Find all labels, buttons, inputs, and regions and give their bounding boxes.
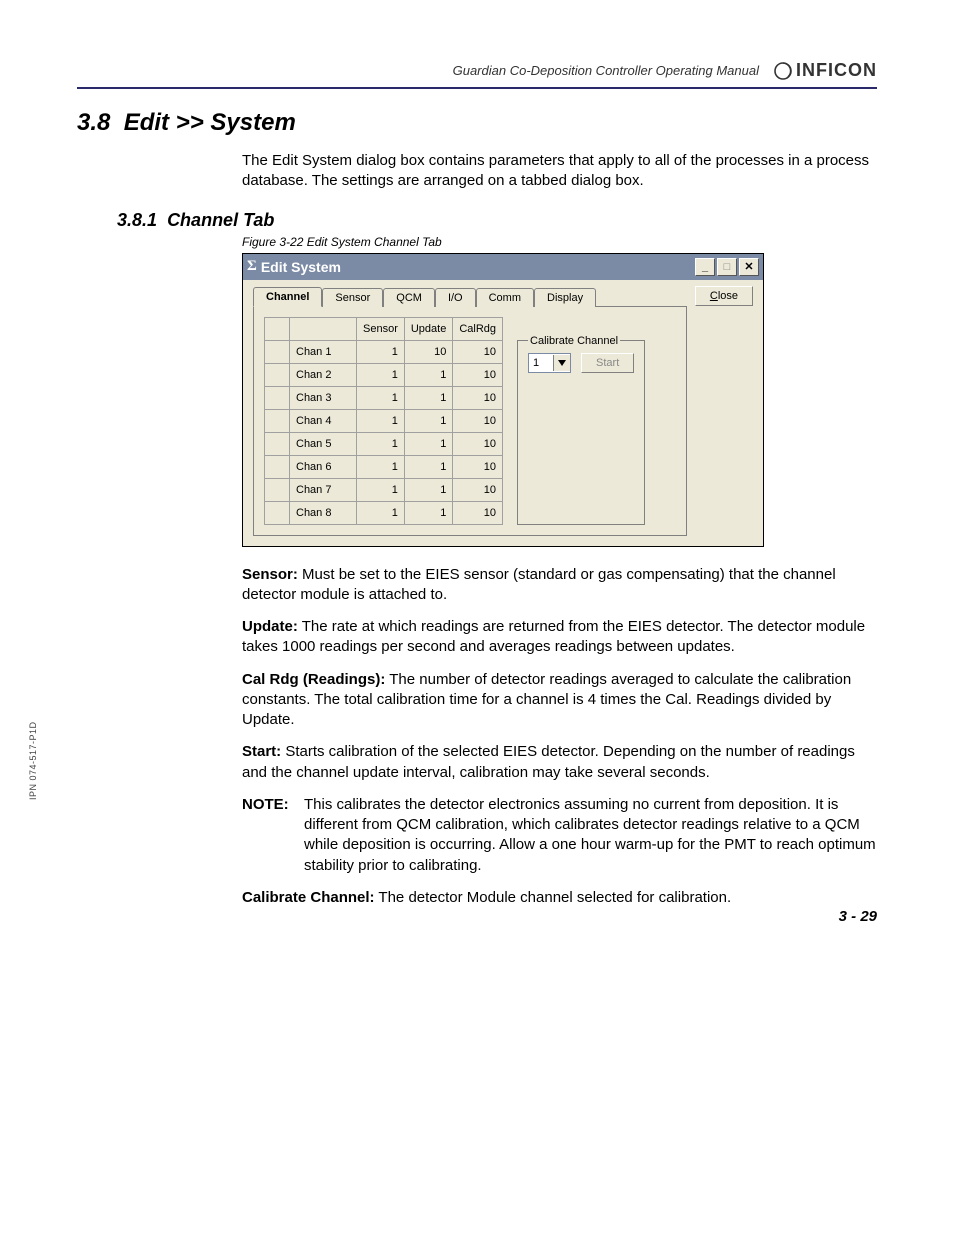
table-row: Chan 51110: [265, 432, 503, 455]
sigma-icon: Σ: [247, 258, 257, 275]
page-number: 3 - 29: [839, 908, 877, 925]
calibrate-channel-select[interactable]: 1: [528, 353, 571, 373]
row-handle[interactable]: [265, 455, 290, 478]
channel-label: Chan 5: [290, 432, 357, 455]
channel-label: Chan 2: [290, 363, 357, 386]
desc-calibrate-channel: Calibrate Channel: The detector Module c…: [242, 888, 877, 908]
cell-update[interactable]: 1: [404, 455, 452, 478]
tab-comm[interactable]: Comm: [476, 288, 534, 307]
cell-calrdg[interactable]: 10: [453, 409, 503, 432]
cell-sensor[interactable]: 1: [357, 386, 405, 409]
table-row: Chan 61110: [265, 455, 503, 478]
figure-caption: Figure 3-22 Edit System Channel Tab: [242, 235, 877, 249]
table-row: Chan 21110: [265, 363, 503, 386]
col-update: Update: [404, 317, 452, 340]
tab-sensor[interactable]: Sensor: [322, 288, 383, 307]
note-block: NOTE: This calibrates the detector elect…: [242, 795, 877, 876]
cell-update[interactable]: 1: [404, 432, 452, 455]
channel-label: Chan 4: [290, 409, 357, 432]
maximize-button: □: [717, 258, 737, 276]
channel-label: Chan 1: [290, 340, 357, 363]
channel-label: Chan 6: [290, 455, 357, 478]
tab-display[interactable]: Display: [534, 288, 596, 307]
tab-io[interactable]: I/O: [435, 288, 476, 307]
close-button[interactable]: Close: [695, 286, 753, 306]
table-row: Chan 41110: [265, 409, 503, 432]
cell-calrdg[interactable]: 10: [453, 386, 503, 409]
close-window-button[interactable]: ✕: [739, 258, 759, 276]
cell-sensor[interactable]: 1: [357, 455, 405, 478]
table-row: Chan 111010: [265, 340, 503, 363]
section-intro: The Edit System dialog box contains para…: [242, 151, 877, 192]
section-heading: 3.8 Edit >> System: [77, 109, 877, 137]
cell-update[interactable]: 1: [404, 386, 452, 409]
logo-icon: [774, 62, 792, 80]
dialog-titlebar[interactable]: Σ Edit System _ □ ✕: [243, 254, 763, 280]
channel-label: Chan 7: [290, 478, 357, 501]
minimize-button[interactable]: _: [695, 258, 715, 276]
cell-update[interactable]: 1: [404, 363, 452, 386]
header-manual-title: Guardian Co-Deposition Controller Operat…: [453, 63, 759, 78]
row-handle[interactable]: [265, 409, 290, 432]
edit-system-dialog: Σ Edit System _ □ ✕ Channel Sensor QCM I…: [242, 253, 764, 547]
chevron-down-icon: [553, 355, 570, 371]
channel-label: Chan 8: [290, 501, 357, 524]
row-handle[interactable]: [265, 478, 290, 501]
subsection-heading: 3.8.1 Channel Tab: [117, 210, 877, 231]
cell-calrdg[interactable]: 10: [453, 340, 503, 363]
row-handle[interactable]: [265, 432, 290, 455]
cell-update[interactable]: 1: [404, 478, 452, 501]
cell-calrdg[interactable]: 10: [453, 363, 503, 386]
start-button[interactable]: Start: [581, 353, 634, 373]
cell-calrdg[interactable]: 10: [453, 478, 503, 501]
calibrate-legend: Calibrate Channel: [528, 335, 620, 347]
desc-sensor: Sensor: Must be set to the EIES sensor (…: [242, 565, 877, 606]
cell-sensor[interactable]: 1: [357, 409, 405, 432]
cell-update[interactable]: 1: [404, 501, 452, 524]
dialog-title: Edit System: [261, 259, 693, 275]
row-handle[interactable]: [265, 501, 290, 524]
desc-calrdg: Cal Rdg (Readings): The number of detect…: [242, 670, 877, 731]
channel-label: Chan 3: [290, 386, 357, 409]
side-ipn: IPN 074-517-P1D: [28, 721, 38, 800]
brand-logo: INFICON: [774, 60, 877, 81]
tab-qcm[interactable]: QCM: [383, 288, 435, 307]
row-handle[interactable]: [265, 386, 290, 409]
cell-update[interactable]: 10: [404, 340, 452, 363]
table-row: Chan 81110: [265, 501, 503, 524]
row-handle[interactable]: [265, 340, 290, 363]
cell-sensor[interactable]: 1: [357, 478, 405, 501]
desc-start: Start: Starts calibration of the selecte…: [242, 742, 877, 783]
row-handle[interactable]: [265, 363, 290, 386]
cell-sensor[interactable]: 1: [357, 340, 405, 363]
close-label-rest: lose: [718, 290, 738, 302]
cell-calrdg[interactable]: 10: [453, 432, 503, 455]
tab-channel[interactable]: Channel: [253, 287, 322, 307]
calibrate-channel-value: 1: [529, 357, 553, 369]
desc-update: Update: The rate at which readings are r…: [242, 617, 877, 658]
channel-table: Sensor Update CalRdg Chan 111010Chan 211…: [264, 317, 503, 525]
cell-calrdg[interactable]: 10: [453, 501, 503, 524]
col-calrdg: CalRdg: [453, 317, 503, 340]
cell-sensor[interactable]: 1: [357, 363, 405, 386]
col-sensor: Sensor: [357, 317, 405, 340]
cell-sensor[interactable]: 1: [357, 501, 405, 524]
cell-sensor[interactable]: 1: [357, 432, 405, 455]
calibrate-channel-group: Calibrate Channel 1 Start: [517, 335, 645, 525]
cell-calrdg[interactable]: 10: [453, 455, 503, 478]
cell-update[interactable]: 1: [404, 409, 452, 432]
table-row: Chan 31110: [265, 386, 503, 409]
table-row: Chan 71110: [265, 478, 503, 501]
